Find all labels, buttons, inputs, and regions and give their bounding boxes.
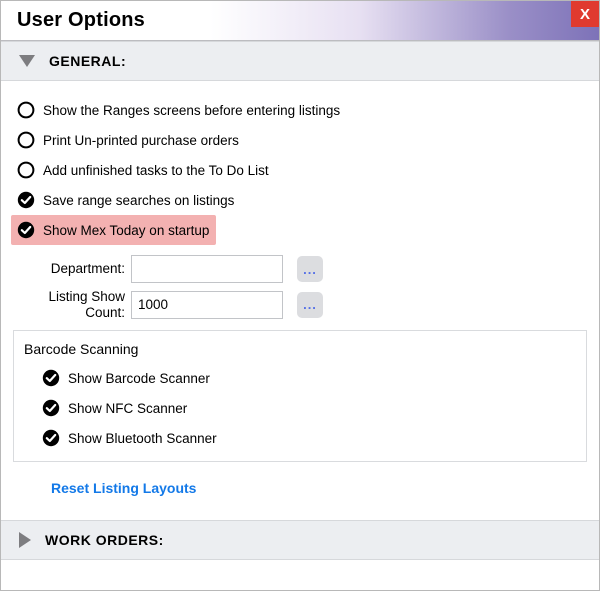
close-button[interactable]: X (571, 1, 599, 27)
section-header-work-orders[interactable]: WORK ORDERS: (1, 520, 599, 560)
section-header-general[interactable]: GENERAL: (1, 41, 599, 81)
option-ranges[interactable]: Show the Ranges screens before entering … (11, 95, 589, 125)
option-label: Show the Ranges screens before entering … (43, 103, 340, 118)
check-checked-icon (42, 399, 60, 417)
field-listing-show-count: Listing Show Count: ... (11, 289, 589, 320)
option-show-nfc-scanner[interactable]: Show NFC Scanner (22, 393, 578, 423)
close-icon: X (580, 6, 590, 23)
field-department: Department: ... (11, 255, 589, 283)
option-mex-today[interactable]: Show Mex Today on startup (11, 215, 216, 245)
option-label: Add unfinished tasks to the To Do List (43, 163, 269, 178)
check-checked-icon (42, 429, 60, 447)
option-save-range[interactable]: Save range searches on listings (11, 185, 589, 215)
section-label-work-orders: WORK ORDERS: (45, 532, 164, 548)
reset-listing-layouts-row: Reset Listing Layouts (11, 462, 589, 510)
field-label-listing-show-count: Listing Show Count: (11, 289, 131, 320)
section-label-general: GENERAL: (49, 53, 126, 69)
radio-unchecked-icon (17, 161, 35, 179)
listing-show-count-picker-button[interactable]: ... (297, 292, 323, 318)
reset-listing-layouts-link[interactable]: Reset Listing Layouts (51, 480, 196, 496)
user-options-window: User Options X GENERAL: Show the Ranges … (0, 0, 600, 591)
option-label: Show Mex Today on startup (43, 223, 209, 238)
group-barcode-scanning: Barcode Scanning Show Barcode Scanner Sh… (13, 330, 587, 462)
check-checked-icon (42, 369, 60, 387)
chevron-right-icon (19, 532, 31, 548)
option-label: Show Barcode Scanner (68, 371, 210, 386)
check-checked-icon (17, 191, 35, 209)
chevron-down-icon (19, 55, 35, 67)
option-show-bluetooth-scanner[interactable]: Show Bluetooth Scanner (22, 423, 578, 453)
group-title-barcode: Barcode Scanning (22, 339, 578, 363)
radio-unchecked-icon (17, 101, 35, 119)
option-label: Save range searches on listings (43, 193, 234, 208)
titlebar: User Options X (1, 1, 599, 41)
section-body-general: Show the Ranges screens before entering … (1, 81, 599, 520)
option-label: Show Bluetooth Scanner (68, 431, 217, 446)
department-input[interactable] (131, 255, 283, 283)
field-label-department: Department: (11, 261, 131, 277)
window-title: User Options (17, 9, 145, 32)
check-checked-icon (17, 221, 35, 239)
listing-show-count-input[interactable] (131, 291, 283, 319)
option-print-unprinted[interactable]: Print Un-printed purchase orders (11, 125, 589, 155)
option-label: Show NFC Scanner (68, 401, 187, 416)
option-unfinished-tasks[interactable]: Add unfinished tasks to the To Do List (11, 155, 589, 185)
option-show-barcode-scanner[interactable]: Show Barcode Scanner (22, 363, 578, 393)
option-label: Print Un-printed purchase orders (43, 133, 239, 148)
department-picker-button[interactable]: ... (297, 256, 323, 282)
radio-unchecked-icon (17, 131, 35, 149)
